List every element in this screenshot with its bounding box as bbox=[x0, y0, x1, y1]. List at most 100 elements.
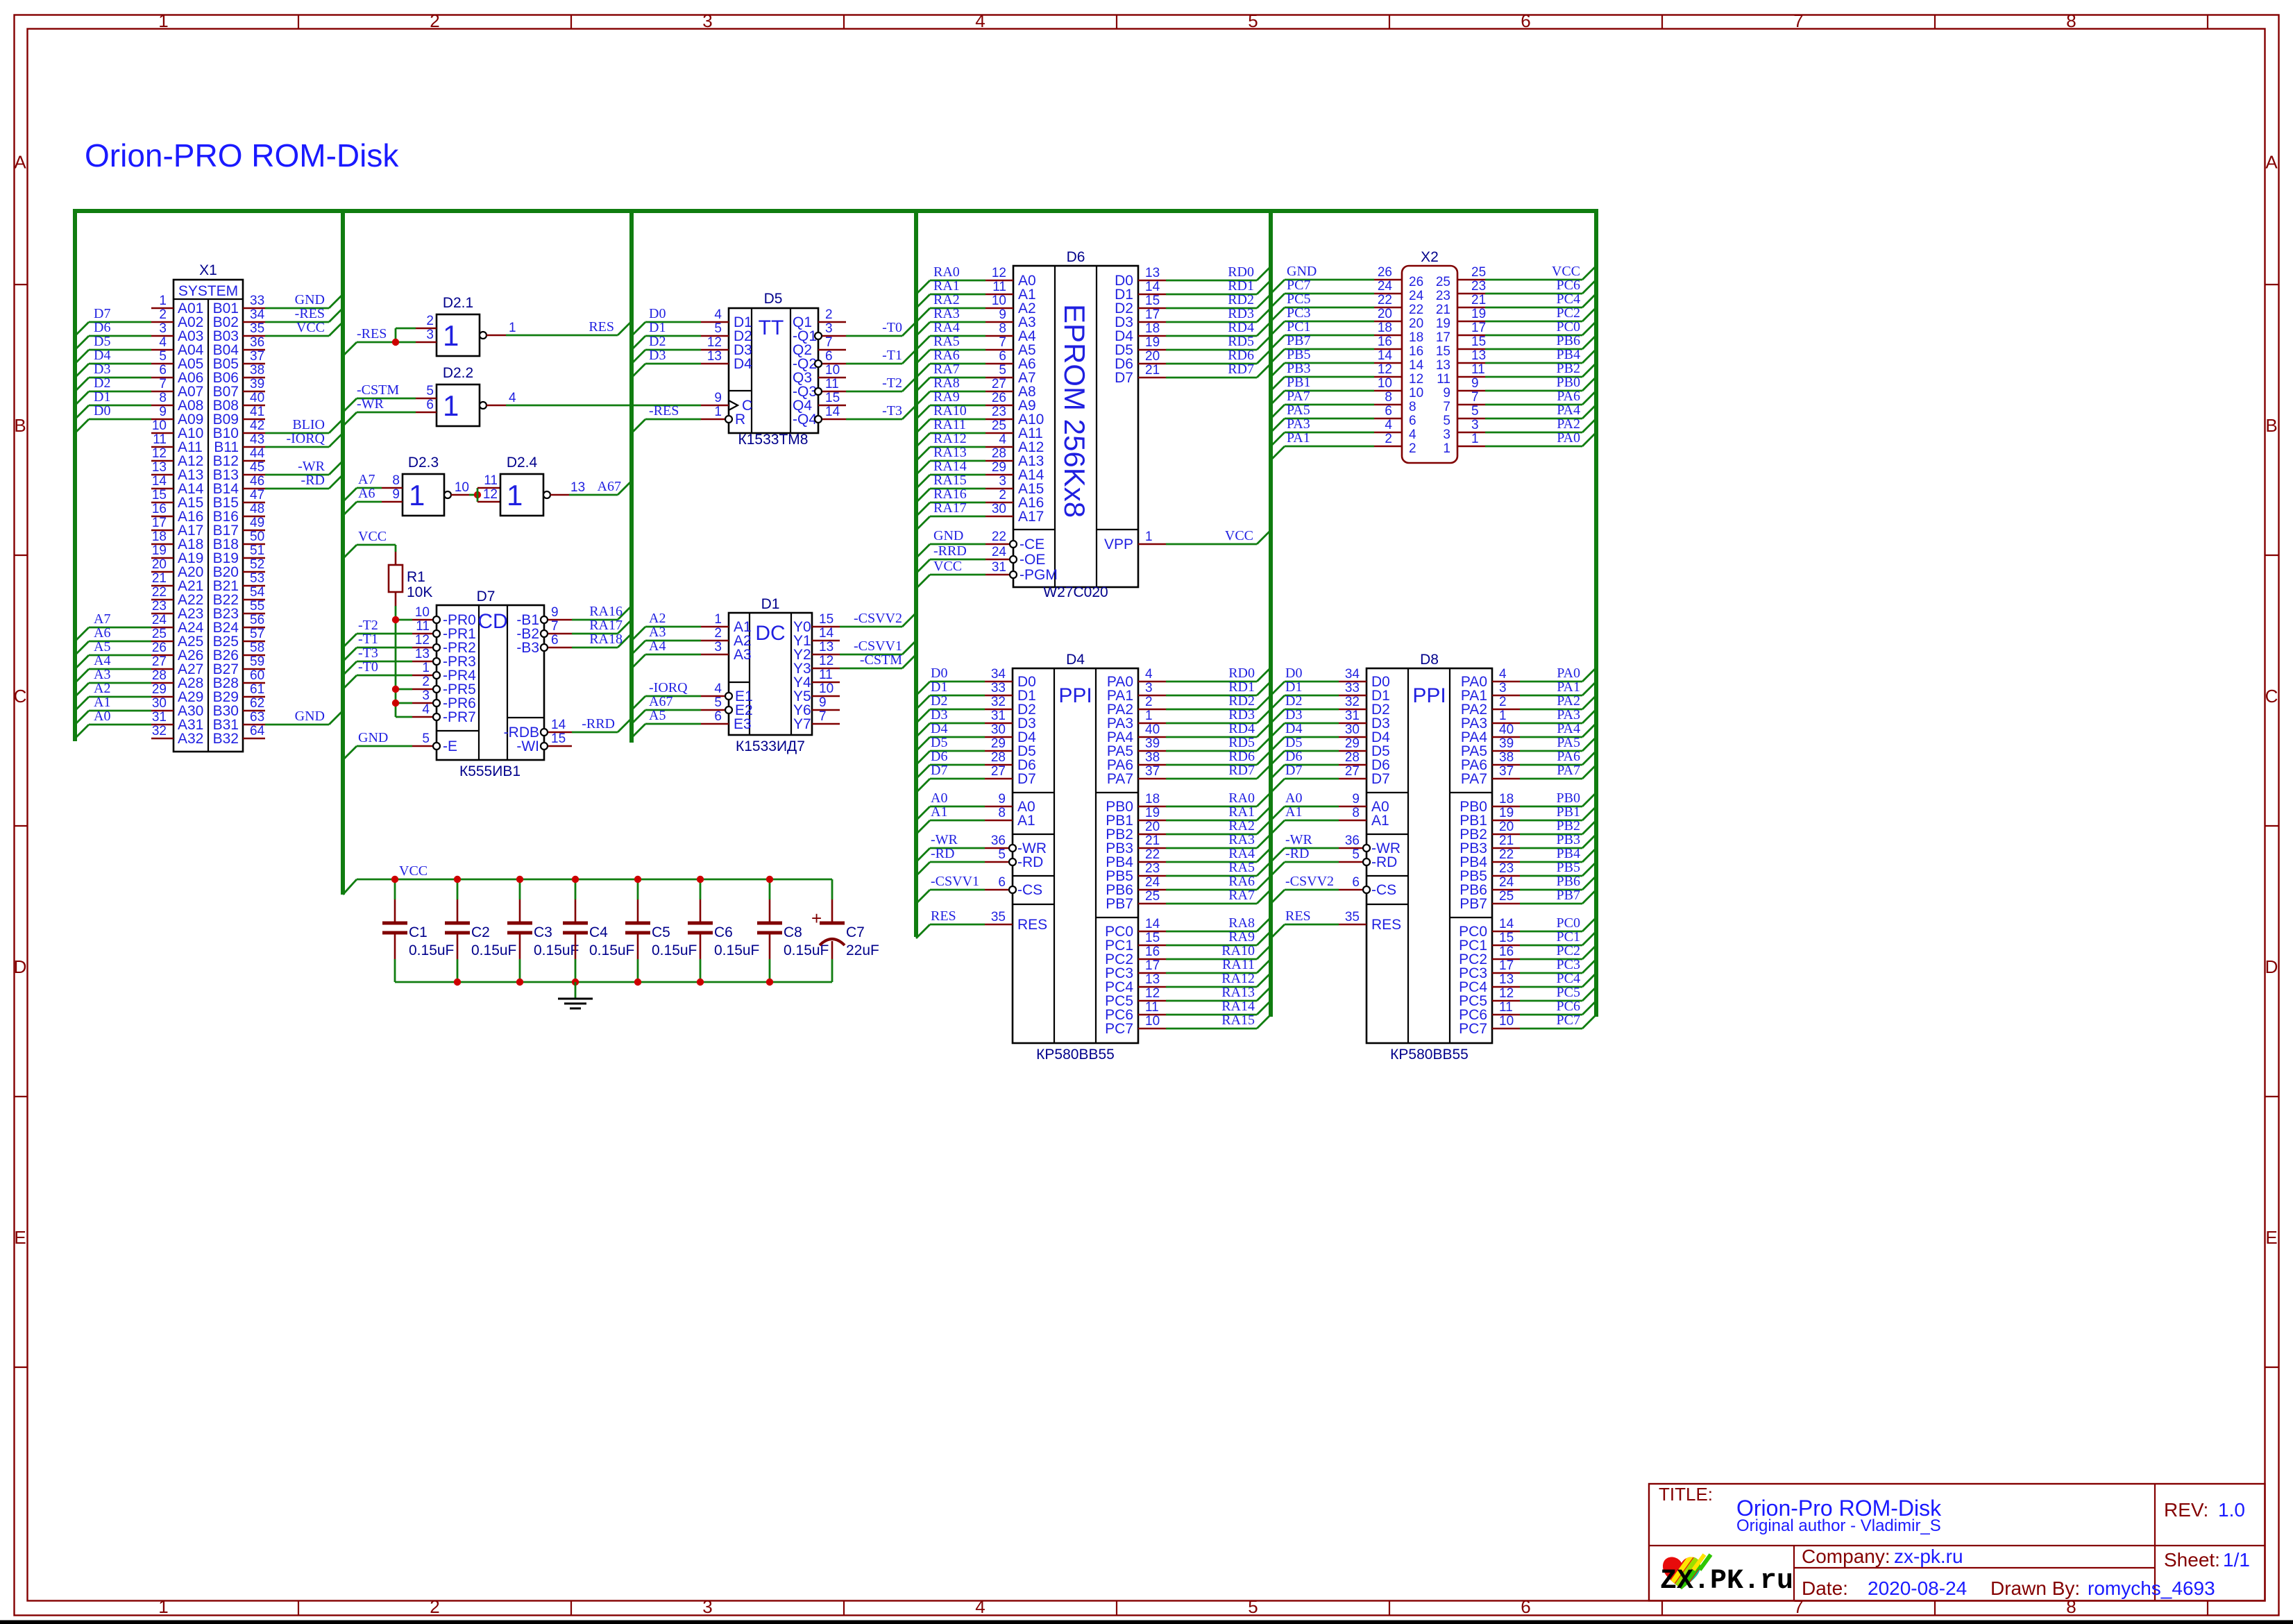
svg-text:1: 1 bbox=[1471, 432, 1479, 446]
svg-text:14: 14 bbox=[1145, 280, 1160, 294]
svg-text:1: 1 bbox=[1145, 709, 1153, 723]
svg-text:E: E bbox=[2265, 1227, 2277, 1248]
svg-text:RD4: RD4 bbox=[1228, 721, 1255, 736]
svg-text:47: 47 bbox=[250, 488, 264, 502]
svg-text:7: 7 bbox=[1793, 1596, 1803, 1617]
svg-text:14: 14 bbox=[819, 626, 834, 641]
svg-text:A67: A67 bbox=[598, 479, 621, 494]
svg-text:C: C bbox=[2265, 686, 2278, 707]
svg-text:PB7: PB7 bbox=[1106, 896, 1133, 912]
svg-text:7: 7 bbox=[819, 709, 827, 724]
svg-text:A1: A1 bbox=[94, 695, 110, 710]
svg-text:9: 9 bbox=[999, 307, 1006, 322]
svg-text:X1: X1 bbox=[199, 262, 217, 278]
svg-text:PC0: PC0 bbox=[1557, 319, 1580, 335]
svg-text:GND: GND bbox=[933, 528, 963, 543]
svg-text:RA10: RA10 bbox=[933, 403, 967, 418]
svg-text:2: 2 bbox=[422, 675, 430, 689]
svg-text:RD6: RD6 bbox=[1228, 348, 1254, 363]
svg-text:RA6: RA6 bbox=[1228, 874, 1255, 889]
svg-text:-WR: -WR bbox=[357, 396, 384, 412]
svg-text:-T0: -T0 bbox=[882, 320, 902, 335]
svg-text:C: C bbox=[14, 686, 27, 707]
svg-text:D6: D6 bbox=[94, 320, 110, 335]
svg-text:2: 2 bbox=[825, 307, 833, 322]
svg-text:39: 39 bbox=[250, 377, 264, 391]
svg-text:-RD: -RD bbox=[301, 473, 325, 488]
svg-text:-CSTM: -CSTM bbox=[357, 382, 399, 398]
svg-text:D6: D6 bbox=[931, 749, 947, 764]
svg-text:RD1: RD1 bbox=[1228, 679, 1255, 695]
svg-text:RA4: RA4 bbox=[1228, 846, 1255, 861]
svg-text:D7: D7 bbox=[1115, 370, 1133, 386]
svg-text:12: 12 bbox=[483, 487, 498, 502]
svg-text:RA14: RA14 bbox=[933, 459, 967, 474]
svg-text:RA1: RA1 bbox=[933, 278, 960, 294]
svg-text:-RD: -RD bbox=[1371, 854, 1397, 870]
svg-text:13: 13 bbox=[1145, 972, 1160, 987]
svg-text:4: 4 bbox=[999, 432, 1006, 447]
svg-text:11: 11 bbox=[1145, 1000, 1159, 1015]
svg-text:16: 16 bbox=[1409, 344, 1423, 359]
svg-text:RA3: RA3 bbox=[933, 306, 960, 321]
svg-text:5: 5 bbox=[998, 847, 1006, 862]
svg-text:-T2: -T2 bbox=[882, 375, 902, 391]
svg-text:RA6: RA6 bbox=[933, 348, 960, 363]
svg-text:D7: D7 bbox=[1371, 771, 1390, 787]
svg-text:43: 43 bbox=[250, 432, 264, 447]
svg-text:5: 5 bbox=[1248, 1596, 1258, 1617]
svg-text:D0: D0 bbox=[931, 666, 947, 681]
svg-text:4: 4 bbox=[159, 335, 167, 350]
svg-text:51: 51 bbox=[250, 543, 264, 558]
svg-text:15: 15 bbox=[551, 731, 566, 746]
svg-text:D4: D4 bbox=[931, 721, 947, 736]
svg-text:TITLE:: TITLE: bbox=[1659, 1484, 1713, 1505]
svg-text:18: 18 bbox=[152, 530, 167, 544]
svg-text:5: 5 bbox=[1443, 414, 1450, 428]
svg-text:24: 24 bbox=[1378, 279, 1393, 294]
svg-text:D1: D1 bbox=[761, 596, 780, 612]
svg-text:8: 8 bbox=[2066, 10, 2076, 31]
svg-text:VCC: VCC bbox=[1552, 264, 1580, 279]
svg-text:1: 1 bbox=[507, 479, 523, 511]
svg-text:3: 3 bbox=[999, 474, 1006, 489]
svg-text:D2.3: D2.3 bbox=[408, 455, 439, 471]
svg-text:5: 5 bbox=[714, 695, 722, 710]
svg-text:A1: A1 bbox=[1017, 813, 1035, 829]
svg-text:1: 1 bbox=[1443, 441, 1450, 456]
svg-text:15: 15 bbox=[1471, 335, 1486, 349]
svg-text:46: 46 bbox=[250, 474, 264, 489]
svg-text:PA2: PA2 bbox=[1557, 416, 1580, 432]
svg-text:19: 19 bbox=[1145, 806, 1160, 820]
svg-text:PA4: PA4 bbox=[1557, 403, 1580, 418]
svg-text:-CSVV1: -CSVV1 bbox=[854, 638, 902, 654]
svg-text:PA7: PA7 bbox=[1107, 771, 1133, 787]
svg-text:D: D bbox=[14, 956, 27, 977]
svg-text:RA8: RA8 bbox=[1228, 915, 1255, 931]
svg-text:19: 19 bbox=[1145, 335, 1160, 350]
svg-text:C2: C2 bbox=[471, 924, 490, 940]
svg-text:RA18: RA18 bbox=[589, 632, 623, 647]
svg-text:14: 14 bbox=[152, 474, 167, 489]
svg-text:32: 32 bbox=[1345, 695, 1360, 709]
svg-text:RD5: RD5 bbox=[1228, 334, 1254, 349]
svg-text:28: 28 bbox=[1345, 750, 1360, 765]
svg-text:C7: C7 bbox=[846, 924, 865, 940]
svg-text:RA12: RA12 bbox=[1221, 971, 1255, 986]
svg-text:GND: GND bbox=[295, 292, 325, 307]
svg-text:8: 8 bbox=[1385, 390, 1392, 405]
svg-text:RA9: RA9 bbox=[1228, 929, 1255, 945]
svg-text:A3: A3 bbox=[94, 667, 110, 682]
svg-text:10: 10 bbox=[455, 480, 469, 495]
svg-text:Y7: Y7 bbox=[793, 716, 811, 732]
svg-text:-OE: -OE bbox=[1019, 552, 1045, 568]
svg-text:6: 6 bbox=[159, 363, 167, 378]
svg-text:2: 2 bbox=[1409, 441, 1416, 456]
svg-text:-T3: -T3 bbox=[358, 645, 378, 661]
svg-text:D3: D3 bbox=[94, 362, 110, 377]
svg-text:36: 36 bbox=[1345, 834, 1360, 848]
svg-text:RD0: RD0 bbox=[1228, 666, 1255, 681]
svg-text:D7: D7 bbox=[1017, 771, 1036, 787]
svg-text:RA12: RA12 bbox=[933, 431, 967, 446]
svg-text:PB1: PB1 bbox=[1557, 804, 1580, 820]
